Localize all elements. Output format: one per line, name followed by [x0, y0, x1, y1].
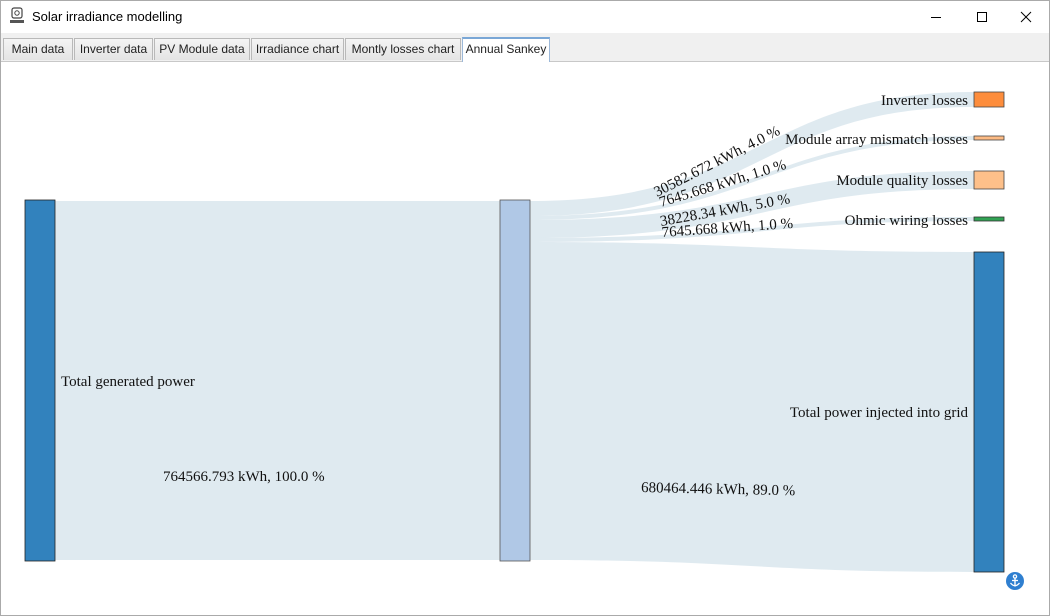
node-total-generated — [24, 199, 56, 562]
link-label-generated: 764566.793 kWh, 100.0 % — [163, 469, 325, 485]
sankey-panel: Total generated power Inverter losses Mo… — [1, 62, 1049, 615]
tab-montly-losses-chart[interactable]: Montly losses chart — [345, 38, 461, 60]
close-icon — [1020, 11, 1032, 23]
label-module-quality-losses: Module quality losses — [836, 173, 968, 189]
label-module-array-mismatch-losses: Module array mismatch losses — [785, 132, 968, 148]
node-inverter-losses — [973, 91, 1005, 108]
node-module-array-mismatch-losses — [973, 135, 1005, 141]
label-inverter-losses: Inverter losses — [881, 93, 968, 109]
maximize-icon — [977, 12, 987, 22]
sankey-diagram: Total generated power Inverter losses Mo… — [24, 91, 1005, 573]
tab-pv-module-data[interactable]: PV Module data — [154, 38, 250, 60]
node-middle — [499, 199, 531, 562]
link-label-injected: 680464.446 kWh, 89.0 % — [641, 480, 795, 499]
tab-main-data[interactable]: Main data — [3, 38, 73, 60]
node-total-injected — [973, 251, 1005, 573]
label-total-injected: Total power injected into grid — [790, 405, 969, 421]
close-button[interactable] — [1003, 1, 1049, 33]
tab-inverter-data[interactable]: Inverter data — [74, 38, 153, 60]
node-ohmic-wiring-losses — [973, 216, 1005, 222]
node-module-quality-losses — [973, 170, 1005, 190]
label-total-generated: Total generated power — [61, 374, 195, 390]
window-title: Solar irradiance modelling — [32, 9, 183, 24]
sapem-logo-icon — [10, 7, 24, 23]
label-ohmic-wiring-losses: Ohmic wiring losses — [845, 213, 968, 229]
app-window: Solar irradiance modelling Main data Inv… — [0, 0, 1050, 616]
title-bar: Solar irradiance modelling — [1, 1, 1049, 33]
tab-bar: Main data Inverter data PV Module data I… — [1, 33, 1049, 62]
anchor-icon[interactable] — [1005, 571, 1025, 591]
minimize-button[interactable] — [913, 1, 959, 33]
tab-irradiance-chart[interactable]: Irradiance chart — [251, 38, 344, 60]
minimize-icon — [931, 17, 941, 18]
tab-annual-sankey[interactable]: Annual Sankey — [462, 37, 550, 62]
maximize-button[interactable] — [959, 1, 1005, 33]
